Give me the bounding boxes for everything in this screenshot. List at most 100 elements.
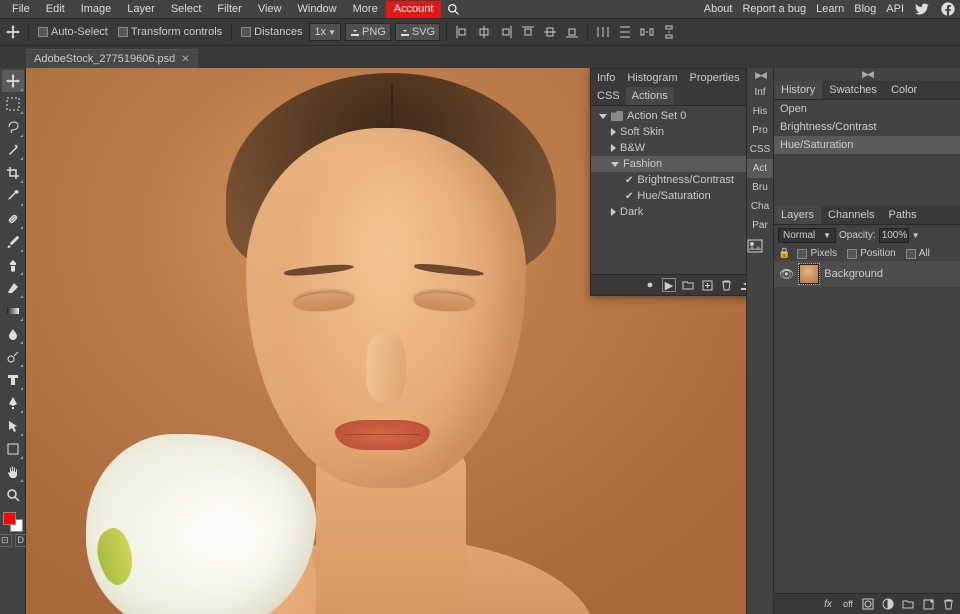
align-middle-icon[interactable]: [541, 23, 559, 41]
adjustment-icon[interactable]: [881, 597, 895, 611]
foreground-color-swatch[interactable]: [3, 512, 16, 525]
facebook-icon[interactable]: [940, 1, 956, 17]
move-tool-icon[interactable]: [4, 23, 22, 41]
history-tab[interactable]: History: [774, 81, 822, 99]
link-report-bug[interactable]: Report a bug: [742, 3, 806, 15]
align-center-h-icon[interactable]: [475, 23, 493, 41]
menu-filter[interactable]: Filter: [209, 1, 249, 18]
transform-controls-checkbox[interactable]: Transform controls: [115, 26, 225, 38]
eraser-tool[interactable]: [2, 277, 24, 299]
trash-icon[interactable]: [719, 278, 733, 292]
layers-tab[interactable]: Layers: [774, 206, 821, 224]
link-blog[interactable]: Blog: [854, 3, 876, 15]
actions-panel[interactable]: Info Histogram Properties CSS Actions Ac…: [590, 68, 746, 296]
link-api[interactable]: API: [886, 3, 904, 15]
menu-window[interactable]: Window: [290, 1, 345, 18]
new-action-icon[interactable]: [700, 278, 714, 292]
type-tool[interactable]: [2, 369, 24, 391]
crop-tool[interactable]: [2, 162, 24, 184]
panel-tab-actions[interactable]: Actions: [626, 87, 674, 105]
record-icon[interactable]: ●: [643, 278, 657, 292]
layer-row-background[interactable]: 👁 Background: [774, 261, 960, 287]
twitter-icon[interactable]: [914, 1, 930, 17]
action-step-huesat[interactable]: ✔Hue/Saturation: [591, 188, 746, 204]
collapsed-actions[interactable]: Act: [747, 159, 773, 178]
menu-file[interactable]: File: [4, 1, 38, 18]
action-step-brightness[interactable]: ✔Brightness/Contrast: [591, 172, 746, 188]
dodge-tool[interactable]: [2, 346, 24, 368]
clone-tool[interactable]: [2, 254, 24, 276]
auto-select-checkbox[interactable]: Auto-Select: [35, 26, 111, 38]
pixel-ratio-dropdown[interactable]: 1x▼: [309, 23, 341, 41]
menu-more[interactable]: More: [345, 1, 386, 18]
document-tab[interactable]: AdobeStock_277519606.psd ✕: [26, 49, 198, 68]
align-right-icon[interactable]: [497, 23, 515, 41]
fx-icon[interactable]: fx: [821, 597, 835, 611]
trash-icon[interactable]: [941, 597, 955, 611]
canvas[interactable]: Info Histogram Properties CSS Actions Ac…: [26, 68, 746, 614]
collapsed-properties[interactable]: Pro: [747, 121, 773, 140]
opacity-input[interactable]: 100%: [879, 228, 909, 243]
action-soft-skin[interactable]: Soft Skin: [591, 124, 746, 140]
distribute-spacing-v-icon[interactable]: [660, 23, 678, 41]
move-tool[interactable]: [2, 70, 24, 92]
layer-thumbnail[interactable]: [799, 264, 819, 284]
collapsed-history[interactable]: His: [747, 102, 773, 121]
distances-checkbox[interactable]: Distances: [238, 26, 305, 38]
menu-edit[interactable]: Edit: [38, 1, 73, 18]
history-item-huesat[interactable]: Hue/Saturation: [774, 136, 960, 154]
close-tab-icon[interactable]: ✕: [181, 54, 189, 65]
swatches-tab[interactable]: Swatches: [822, 81, 884, 99]
link-about[interactable]: About: [704, 3, 733, 15]
mask-icon[interactable]: [861, 597, 875, 611]
menu-image[interactable]: Image: [73, 1, 120, 18]
download-icon[interactable]: [738, 278, 746, 292]
align-bottom-icon[interactable]: [563, 23, 581, 41]
panel-tab-css[interactable]: CSS: [591, 87, 626, 105]
panel-collapse-icon[interactable]: ▶◀: [753, 68, 767, 83]
shape-tool[interactable]: [2, 438, 24, 460]
color-swatches[interactable]: [2, 511, 24, 533]
panel-collapse-icon[interactable]: ▶◀: [774, 68, 960, 81]
menu-view[interactable]: View: [250, 1, 290, 18]
export-svg-button[interactable]: SVG: [395, 23, 440, 41]
visibility-icon[interactable]: 👁: [779, 267, 794, 281]
lock-pixels-checkbox[interactable]: Pixels: [794, 248, 840, 259]
blend-mode-dropdown[interactable]: Normal▼: [778, 228, 836, 243]
collapsed-paragraph[interactable]: Par: [747, 216, 773, 235]
panel-tab-properties[interactable]: Properties: [683, 69, 745, 87]
search-icon[interactable]: [441, 1, 466, 18]
distribute-v-icon[interactable]: [616, 23, 634, 41]
hand-tool[interactable]: [2, 461, 24, 483]
channels-tab[interactable]: Channels: [821, 206, 881, 224]
link-learn[interactable]: Learn: [816, 3, 844, 15]
action-fashion[interactable]: Fashion: [591, 156, 746, 172]
lasso-tool[interactable]: [2, 116, 24, 138]
blur-tool[interactable]: [2, 323, 24, 345]
collapsed-character[interactable]: Cha: [747, 197, 773, 216]
new-folder-icon[interactable]: [901, 597, 915, 611]
new-folder-icon[interactable]: [681, 278, 695, 292]
collapsed-info[interactable]: Inf: [747, 83, 773, 102]
collapsed-css[interactable]: CSS: [747, 140, 773, 159]
align-left-icon[interactable]: [453, 23, 471, 41]
action-bw[interactable]: B&W: [591, 140, 746, 156]
history-item-open[interactable]: Open: [774, 100, 960, 118]
gradient-tool[interactable]: [2, 300, 24, 322]
action-set[interactable]: Action Set 0: [591, 108, 746, 124]
lock-position-checkbox[interactable]: Position: [844, 248, 899, 259]
distribute-h-icon[interactable]: [594, 23, 612, 41]
pen-tool[interactable]: [2, 392, 24, 414]
menu-account[interactable]: Account: [386, 1, 442, 18]
action-dark[interactable]: Dark: [591, 204, 746, 220]
color-tab[interactable]: Color: [884, 81, 924, 99]
paths-tab[interactable]: Paths: [882, 206, 924, 224]
brush-tool[interactable]: [2, 231, 24, 253]
magic-wand-tool[interactable]: [2, 139, 24, 161]
distribute-spacing-h-icon[interactable]: [638, 23, 656, 41]
menu-layer[interactable]: Layer: [119, 1, 163, 18]
marquee-tool[interactable]: [2, 93, 24, 115]
zoom-tool[interactable]: [2, 484, 24, 506]
eyedropper-tool[interactable]: [2, 185, 24, 207]
path-select-tool[interactable]: [2, 415, 24, 437]
